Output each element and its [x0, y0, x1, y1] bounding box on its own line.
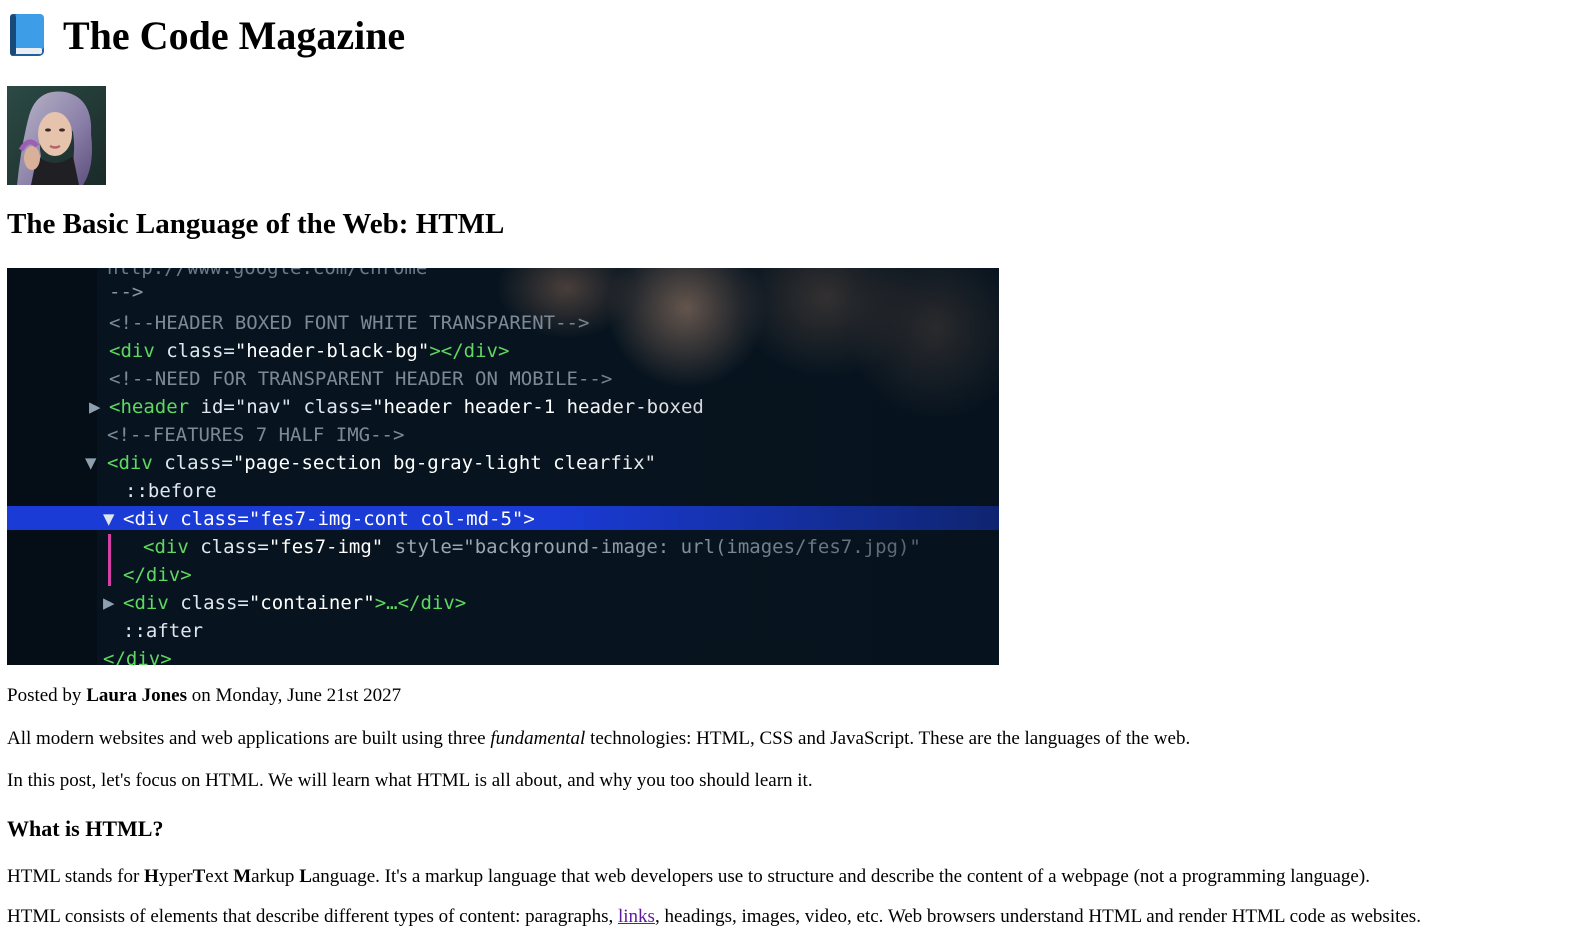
author-avatar	[7, 86, 106, 185]
post-meta: Posted by Laura Jones on Monday, June 21…	[7, 685, 401, 707]
post-meta-prefix: Posted by	[7, 685, 82, 706]
site-title-text: The Code Magazine	[63, 12, 406, 58]
post-author: Laura Jones	[86, 685, 188, 706]
book-icon	[7, 12, 47, 58]
acronym-h: H	[144, 866, 159, 887]
article-page: The Code Magazine The Basic Language of …	[7, 0, 1572, 926]
elements-text-before: HTML consists of elements that describe …	[7, 906, 614, 926]
acronym-arkup: arkup	[251, 866, 295, 887]
intro-paragraph: All modern websites and web applications…	[7, 728, 1190, 750]
site-title: The Code Magazine	[7, 10, 405, 60]
elements-text-after: , headings, images, video, etc. Web brow…	[654, 906, 1421, 926]
elements-paragraph: HTML consists of elements that describe …	[7, 906, 1421, 926]
links-link[interactable]: links	[618, 906, 655, 926]
intro-text-before: All modern websites and web applications…	[7, 728, 486, 749]
definition-paragraph: HTML stands for HyperText Markup Languag…	[7, 866, 1370, 888]
section-heading: What is HTML?	[7, 816, 164, 841]
acronym-m: M	[233, 866, 252, 887]
intro-text-after: technologies: HTML, CSS and JavaScript. …	[590, 728, 1191, 749]
acronym-l: L	[299, 866, 312, 887]
post-title: The Basic Language of the Web: HTML	[7, 208, 505, 240]
post-hero-image: http://www.google.com/chrome --> <!--HEA…	[7, 268, 999, 665]
definition-text-after: anguage. It's a markup language that web…	[311, 866, 1370, 887]
definition-text-before: HTML stands for	[7, 866, 140, 887]
acronym-t: T	[192, 866, 206, 887]
acronym-ext: ext	[205, 866, 229, 887]
post-date: on Monday, June 21st 2027	[191, 685, 402, 706]
intro-emphasis: fundamental	[490, 728, 586, 749]
focus-paragraph: In this post, let's focus on HTML. We wi…	[7, 770, 813, 791]
acronym-yper: yper	[158, 866, 193, 887]
